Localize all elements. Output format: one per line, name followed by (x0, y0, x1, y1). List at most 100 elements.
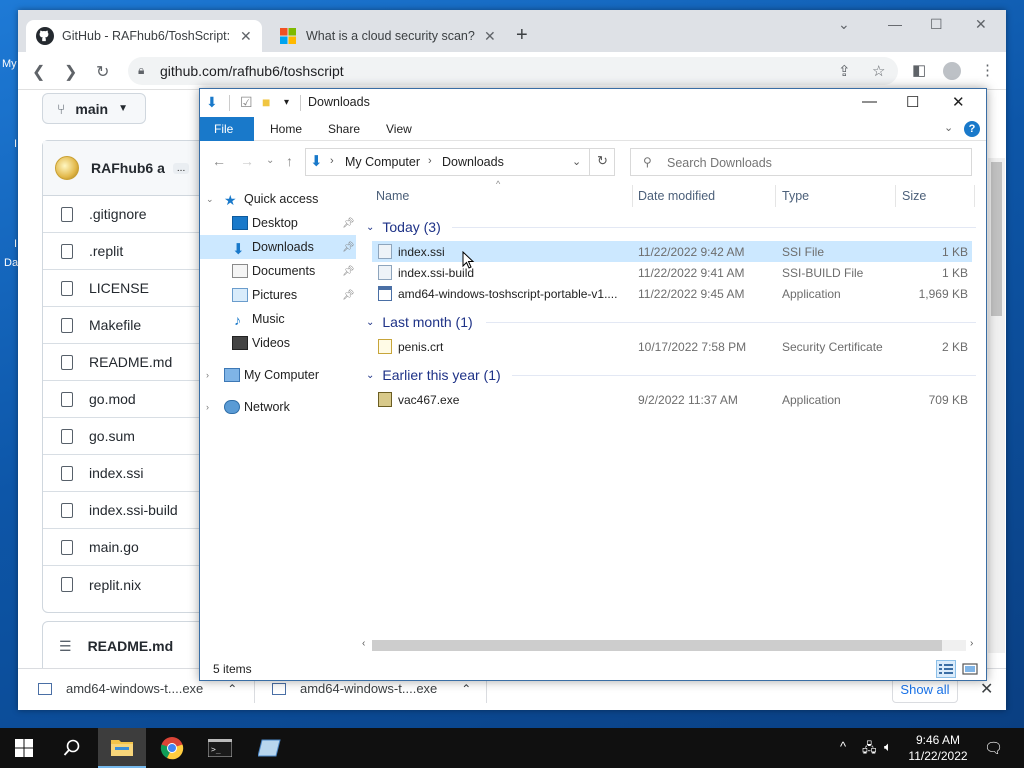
tab-home[interactable]: Home (256, 117, 316, 141)
group-header-earlier-this-year[interactable]: ⌄ Earlier this year (1) (366, 364, 501, 386)
tab-cloud-security[interactable]: What is a cloud security scan? - M ✕ (270, 20, 506, 52)
column-name[interactable]: Name (376, 181, 409, 211)
details-view-icon[interactable] (936, 660, 956, 678)
divider[interactable] (632, 185, 633, 207)
chevron-down-icon[interactable]: ⌄ (572, 155, 581, 168)
large-icons-view-icon[interactable] (960, 660, 980, 678)
close-tab-icon[interactable]: ✕ (240, 28, 252, 45)
file-name[interactable]: .gitignore (89, 206, 147, 222)
taskbar-file-explorer[interactable] (98, 728, 146, 768)
file-row[interactable]: README.md (43, 344, 211, 381)
forward-icon[interactable]: ❯ (64, 62, 77, 82)
file-row[interactable]: Makefile (43, 307, 211, 344)
pin-icon[interactable]: 📌︎ (342, 242, 355, 253)
search-input[interactable] (667, 153, 957, 173)
file-name[interactable]: go.mod (89, 391, 136, 407)
nav-documents[interactable]: Documents 📌︎ (200, 259, 356, 283)
taskbar-chrome[interactable] (148, 728, 196, 768)
scroll-thumb[interactable] (372, 640, 942, 651)
file-name[interactable]: Makefile (89, 317, 141, 333)
avatar[interactable] (55, 156, 79, 180)
close-window-icon[interactable]: ✕ (975, 16, 987, 33)
chevron-up-icon[interactable]: ^ (840, 739, 846, 754)
back-icon[interactable]: ← (212, 153, 226, 169)
chevron-right-icon[interactable]: › (206, 402, 209, 412)
file-row[interactable]: penis.crt 10/17/2022 7:58 PM Security Ce… (372, 336, 972, 357)
recent-locations-icon[interactable]: ⌄ (266, 155, 274, 166)
chevron-down-icon[interactable]: ⌄ (206, 194, 214, 205)
properties-icon[interactable]: ☑ (240, 94, 253, 111)
column-size[interactable]: Size (902, 181, 926, 211)
minimize-icon[interactable]: — (862, 93, 877, 110)
pin-icon[interactable]: 📌︎ (342, 266, 355, 277)
address-bar[interactable]: 🔒︎ github.com/rafhub6/toshscript ⇪ ☆ (128, 57, 898, 85)
pin-icon[interactable]: 📌︎ (342, 218, 355, 229)
branch-selector[interactable]: ⑂ main ▼ (42, 93, 146, 124)
expand-ribbon-icon[interactable]: ⌄ (944, 121, 953, 134)
page-scrollbar[interactable] (988, 158, 1005, 653)
menu-icon[interactable]: ⋮ (980, 61, 995, 79)
file-name[interactable]: main.go (89, 539, 139, 555)
nav-quick-access[interactable]: ⌄ ★ Quick access (200, 187, 356, 211)
commit-author[interactable]: RAFhub6 a (91, 160, 165, 176)
search-button[interactable] (48, 728, 96, 768)
close-tab-icon[interactable]: ✕ (484, 28, 496, 45)
file-name[interactable]: README.md (89, 354, 172, 370)
nav-music[interactable]: ♪ Music (200, 307, 356, 331)
search-box[interactable]: ⚲ (630, 148, 972, 176)
refresh-icon[interactable]: ↻ (589, 148, 615, 176)
bookmark-star-icon[interactable]: ☆ (872, 62, 885, 80)
scroll-right-icon[interactable]: › (970, 638, 973, 649)
breadcrumb-my-computer[interactable]: My Computer (345, 155, 420, 169)
file-row[interactable]: LICENSE (43, 270, 211, 307)
chevron-up-icon[interactable]: ⌃ (227, 682, 237, 696)
horizontal-scrollbar[interactable]: ‹ › (356, 637, 982, 654)
maximize-icon[interactable]: ☐ (906, 93, 919, 111)
clock[interactable]: 9:46 AM 11/22/2022 (904, 732, 972, 764)
customize-toolbar-icon[interactable]: ▾ (284, 97, 289, 108)
file-row[interactable]: go.mod (43, 381, 211, 418)
breadcrumb-downloads[interactable]: Downloads (442, 155, 504, 169)
help-icon[interactable]: ? (964, 121, 980, 137)
share-icon[interactable]: ⇪ (838, 62, 851, 80)
pin-icon[interactable]: 📌︎ (342, 290, 355, 301)
forward-icon[interactable]: → (240, 153, 254, 169)
file-row[interactable]: vac467.exe 9/2/2022 11:37 AM Application… (372, 389, 972, 410)
group-header-today[interactable]: ⌄ Today (3) (366, 216, 441, 238)
file-name[interactable]: LICENSE (89, 280, 149, 296)
download-item[interactable]: amd64-windows-t....exe ⌃ (272, 681, 471, 696)
file-name[interactable]: index.ssi-build (89, 502, 178, 518)
file-row[interactable]: .gitignore (43, 196, 211, 233)
commit-more-button[interactable]: ... (172, 162, 190, 174)
divider[interactable] (775, 185, 776, 207)
folder-icon[interactable]: ■ (262, 94, 270, 110)
nav-network[interactable]: › Network (200, 395, 356, 419)
scroll-thumb[interactable] (991, 162, 1002, 316)
nav-pictures[interactable]: Pictures 📌︎ (200, 283, 356, 307)
tab-share[interactable]: Share (314, 117, 374, 141)
nav-videos[interactable]: Videos (200, 331, 356, 355)
file-row[interactable]: index.ssi-build (43, 492, 211, 529)
group-header-last-month[interactable]: ⌄ Last month (1) (366, 311, 473, 333)
column-date-modified[interactable]: Date modified (638, 181, 715, 211)
notifications-icon[interactable]: 🗨︎ (984, 739, 1003, 757)
nav-desktop[interactable]: Desktop 📌︎ (200, 211, 356, 235)
file-row[interactable]: index.ssi (43, 455, 211, 492)
side-panel-icon[interactable]: ◧ (912, 61, 926, 79)
taskbar-terminal[interactable]: >_ (196, 728, 244, 768)
column-type[interactable]: Type (782, 181, 809, 211)
close-window-icon[interactable]: ✕ (952, 93, 965, 111)
network-status-icon[interactable]: 🖧︎ (862, 739, 877, 761)
new-tab-icon[interactable]: + (516, 24, 528, 47)
up-icon[interactable]: ↑ (286, 153, 293, 169)
file-row[interactable]: amd64-windows-toshscript-portable-v1....… (372, 283, 972, 304)
scroll-left-icon[interactable]: ‹ (362, 638, 365, 649)
tab-search-icon[interactable]: ⌄ (838, 16, 850, 33)
file-name[interactable]: .replit (89, 243, 123, 259)
file-name[interactable]: replit.nix (89, 577, 141, 593)
file-row[interactable]: go.sum (43, 418, 211, 455)
download-item[interactable]: amd64-windows-t....exe ⌃ (38, 681, 237, 696)
file-name[interactable]: go.sum (89, 428, 135, 444)
maximize-icon[interactable]: ☐ (930, 16, 943, 33)
start-button[interactable] (0, 728, 48, 768)
